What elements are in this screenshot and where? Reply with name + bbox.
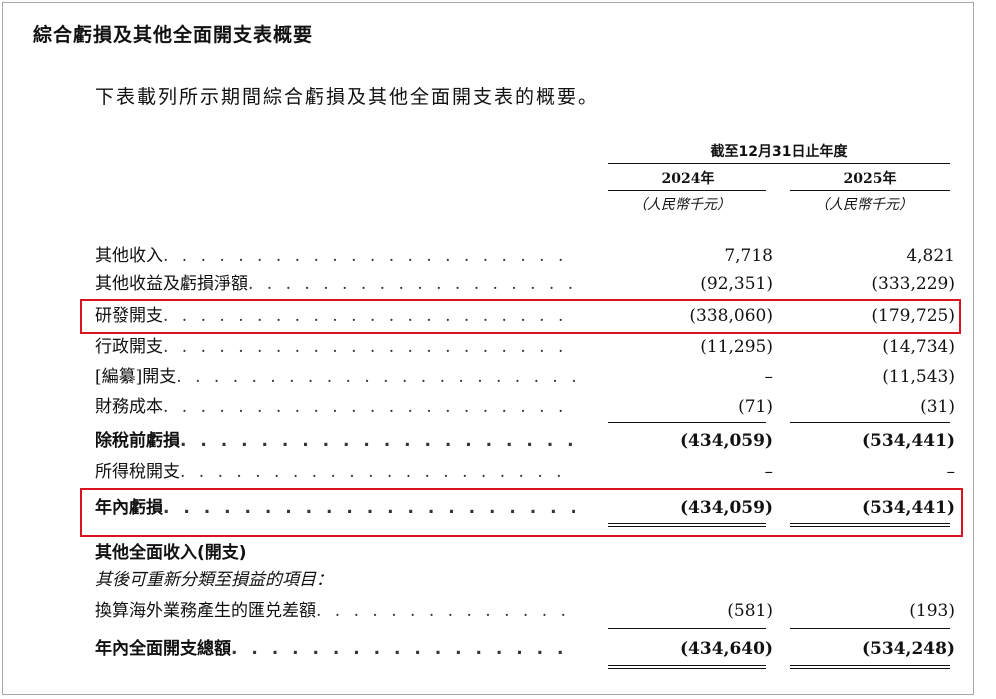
intro-text: 下表載列所示期間綜合虧損及其他全面開支表的概要。 <box>95 86 600 108</box>
value-2024: (434,640) <box>680 639 773 659</box>
value-2024: 7,718 <box>724 246 773 266</box>
row-label: 其後可重新分類至損益的項目： <box>95 570 333 590</box>
value-2024: – <box>764 367 774 387</box>
value-2024: (11,295) <box>700 337 773 357</box>
value-2025: (14,734) <box>882 337 955 357</box>
row-label: 年內全面開支總額. . . . . . . . . . . . . . . . … <box>95 639 575 659</box>
oci-rule-2024 <box>608 628 766 629</box>
value-2024: – <box>764 462 774 482</box>
value-2025: (534,248) <box>862 639 955 659</box>
subtotal-rule-2024 <box>608 422 766 423</box>
row-label: 行政開支. . . . . . . . . . . . . . . . . . … <box>95 337 575 357</box>
rd-highlight-box <box>80 299 961 334</box>
row-label: 其他收入. . . . . . . . . . . . . . . . . . … <box>95 246 575 266</box>
table-row-oci-subheading: 其後可重新分類至損益的項目： <box>95 567 965 593</box>
period-underline <box>608 163 950 164</box>
subtotal-rule-2025 <box>790 422 950 423</box>
row-label: 換算海外業務產生的匯兑差額. . . . . . . . . . . . . .… <box>95 601 575 621</box>
year-2025-header: 2025年 <box>843 171 897 187</box>
value-2024: (71) <box>738 397 773 417</box>
value-2025: (333,229) <box>871 274 955 294</box>
table-row-other-gains-losses: 其他收益及虧損淨額. . . . . . . . . . . . . . . .… <box>95 271 965 297</box>
table-row-total-comprehensive-expense: 年內全面開支總額. . . . . . . . . . . . . . . . … <box>95 636 965 662</box>
row-label: 所得稅開支. . . . . . . . . . . . . . . . . .… <box>95 462 575 482</box>
row-label: 財務成本. . . . . . . . . . . . . . . . . . … <box>95 397 575 417</box>
value-2025: (193) <box>909 601 955 621</box>
section-title: 綜合虧損及其他全面開支表概要 <box>33 24 314 46</box>
row-label: 其他全面收入(開支) <box>95 543 247 563</box>
table-row-exchange-differences: 換算海外業務產生的匯兑差額. . . . . . . . . . . . . .… <box>95 598 965 624</box>
year-2024-header: 2024年 <box>661 171 715 187</box>
value-2024: (581) <box>727 601 773 621</box>
total-double-rule-2024 <box>608 665 766 669</box>
value-2024: (434,059) <box>680 431 773 451</box>
row-label: [編纂]開支. . . . . . . . . . . . . . . . . … <box>95 367 575 387</box>
value-2025: (31) <box>920 397 955 417</box>
value-2025: 4,821 <box>906 246 955 266</box>
table-row-other-income: 其他收入. . . . . . . . . . . . . . . . . . … <box>95 243 965 269</box>
table-row-income-tax: 所得稅開支. . . . . . . . . . . . . . . . . .… <box>95 459 965 485</box>
table-row-oci-heading: 其他全面收入(開支) <box>95 540 965 566</box>
value-2025: (11,543) <box>882 367 955 387</box>
unit-2025-label: （人民幣千元） <box>815 197 913 213</box>
row-label: 除稅前虧損. . . . . . . . . . . . . . . . . .… <box>95 431 575 451</box>
table-row-listing-expenses: [編纂]開支. . . . . . . . . . . . . . . . . … <box>95 364 965 390</box>
value-2025: – <box>946 462 956 482</box>
value-2025: (534,441) <box>862 431 955 451</box>
value-2024: (92,351) <box>700 274 773 294</box>
table-row-admin-expenses: 行政開支. . . . . . . . . . . . . . . . . . … <box>95 334 965 360</box>
year-2024-underline <box>608 190 766 191</box>
loss-for-year-highlight-box <box>80 488 963 537</box>
period-header: 截至12月31日止年度 <box>710 144 848 160</box>
table-row-finance-costs: 財務成本. . . . . . . . . . . . . . . . . . … <box>95 394 965 420</box>
table-row-loss-before-tax: 除稅前虧損. . . . . . . . . . . . . . . . . .… <box>95 428 965 454</box>
oci-rule-2025 <box>790 628 950 629</box>
total-double-rule-2025 <box>790 665 950 669</box>
row-label: 其他收益及虧損淨額. . . . . . . . . . . . . . . .… <box>95 274 575 294</box>
year-2025-underline <box>790 190 950 191</box>
unit-2024-label: （人民幣千元） <box>633 197 731 213</box>
